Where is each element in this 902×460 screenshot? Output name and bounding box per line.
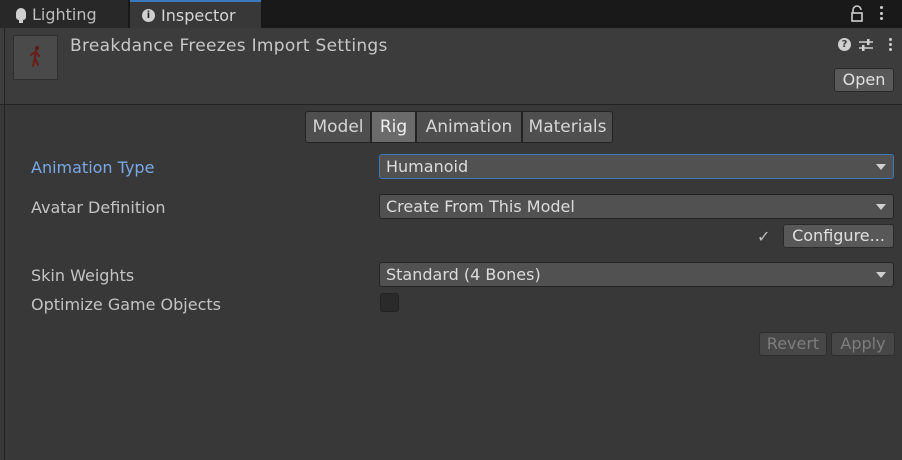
page-title: Breakdance Freezes Import Settings — [70, 36, 388, 56]
checkmark-icon: ✓ — [757, 227, 771, 246]
tab-lighting[interactable]: Lighting — [0, 0, 128, 28]
optimize-game-objects-label: Optimize Game Objects — [31, 295, 221, 314]
model-thumbnail — [13, 35, 58, 80]
preset-sliders-icon[interactable] — [858, 37, 874, 53]
tab-model[interactable]: Model — [305, 111, 371, 143]
info-icon: i — [142, 8, 155, 22]
chevron-down-icon — [876, 272, 886, 278]
avatar-definition-value: Create From This Model — [386, 197, 575, 216]
chevron-down-icon — [876, 164, 886, 170]
animation-type-value: Humanoid — [386, 157, 469, 176]
revert-button[interactable]: Revert — [759, 332, 827, 356]
open-button[interactable]: Open — [834, 68, 894, 92]
avatar-definition-dropdown[interactable]: Create From This Model — [379, 194, 894, 219]
context-menu-icon[interactable] — [887, 38, 893, 51]
panel-border — [4, 28, 5, 460]
apply-button[interactable]: Apply — [831, 332, 895, 356]
skin-weights-dropdown[interactable]: Standard (4 Bones) — [379, 262, 894, 287]
lightbulb-icon — [16, 8, 26, 23]
tab-inspector[interactable]: i Inspector — [130, 0, 261, 28]
optimize-game-objects-checkbox[interactable] — [380, 293, 399, 312]
tab-inspector-label: Inspector — [161, 5, 236, 25]
configure-button[interactable]: Configure... — [783, 224, 894, 248]
window-menu-icon[interactable] — [878, 6, 884, 20]
skin-weights-label: Skin Weights — [31, 266, 135, 285]
tab-materials[interactable]: Materials — [522, 111, 613, 143]
figure-icon — [30, 46, 40, 67]
chevron-down-icon — [876, 204, 886, 210]
help-icon[interactable]: ? — [838, 38, 851, 51]
lock-icon[interactable] — [850, 5, 864, 23]
avatar-definition-label: Avatar Definition — [31, 198, 166, 217]
animation-type-dropdown[interactable]: Humanoid — [379, 154, 894, 179]
tab-rig[interactable]: Rig — [371, 111, 416, 143]
animation-type-label: Animation Type — [31, 158, 155, 177]
tab-animation[interactable]: Animation — [416, 111, 522, 143]
skin-weights-value: Standard (4 Bones) — [386, 265, 541, 284]
tab-lighting-label: Lighting — [32, 4, 97, 24]
